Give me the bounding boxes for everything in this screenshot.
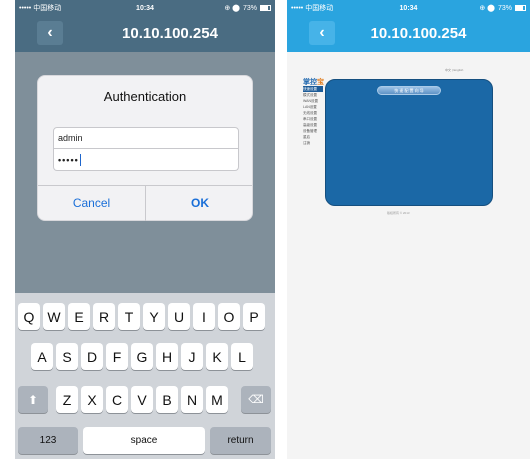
brand-text: 掌控 xyxy=(303,79,317,86)
status-bar: ••••• 中国移动 10:34 ⊕ ⬤ 73% xyxy=(15,0,275,16)
key-i[interactable]: I xyxy=(193,303,215,330)
content-panel: 快 速 配 置 向 导 xyxy=(325,79,493,206)
back-button[interactable]: ‹ xyxy=(309,21,335,45)
language-links[interactable]: 中文 | English xyxy=(445,68,463,72)
carrier-label: ••••• 中国移动 xyxy=(291,5,334,12)
key-k[interactable]: K xyxy=(206,343,228,370)
key-n[interactable]: N xyxy=(181,386,203,413)
key-z[interactable]: Z xyxy=(56,386,78,413)
shift-icon: ⬆ xyxy=(27,392,39,407)
phone-screen-authentication: ••••• 中国移动 10:34 ⊕ ⬤ 73% ‹ 10.10.100.254… xyxy=(15,0,275,459)
key-l[interactable]: L xyxy=(231,343,253,370)
status-time: 10:34 xyxy=(136,4,154,12)
key-c[interactable]: C xyxy=(106,386,128,413)
battery-percent: 73% xyxy=(497,4,512,12)
back-button[interactable]: ‹ xyxy=(37,21,63,45)
text-cursor xyxy=(79,153,81,166)
battery-icon xyxy=(514,5,526,11)
key-o[interactable]: O xyxy=(218,303,240,330)
backspace-icon: ⌫ xyxy=(248,394,264,406)
chevron-left-icon: ‹ xyxy=(319,24,325,41)
navigation-bar: ‹ 10.10.100.254 xyxy=(15,16,275,52)
key-m[interactable]: M xyxy=(206,386,228,413)
page-title: 10.10.100.254 xyxy=(370,25,467,42)
key-j[interactable]: J xyxy=(181,343,203,370)
key-t[interactable]: T xyxy=(118,303,140,330)
key-a[interactable]: A xyxy=(31,343,53,370)
numbers-key[interactable]: 123 xyxy=(18,427,78,454)
authentication-dialog: Authentication admin ••••• Cancel OK xyxy=(37,75,253,221)
navigation-bar: ‹ 10.10.100.254 xyxy=(287,16,530,52)
key-u[interactable]: U xyxy=(168,303,190,330)
return-key[interactable]: return xyxy=(210,427,271,454)
carrier-label: ••••• 中国移动 xyxy=(19,5,62,12)
key-h[interactable]: H xyxy=(156,343,178,370)
password-value: ••••• xyxy=(58,154,79,165)
menu-item-logout[interactable]: 注销 xyxy=(303,140,323,146)
battery-percent: 73% xyxy=(242,4,257,12)
key-g[interactable]: G xyxy=(131,343,153,370)
delete-key[interactable]: ⌫ xyxy=(241,386,271,413)
space-key[interactable]: space xyxy=(83,427,205,454)
dialog-title: Authentication xyxy=(103,89,187,104)
quick-setup-wizard-button[interactable]: 快 速 配 置 向 导 xyxy=(377,86,441,95)
status-indicators: ⊕ ⬤ 73% xyxy=(448,4,526,12)
username-field[interactable]: admin xyxy=(53,127,239,149)
cancel-button[interactable]: Cancel xyxy=(38,186,145,221)
side-menu: 快速设置 模式设置 WAN设置 LAN设置 无线设置 串口设置 高级设置 设备管… xyxy=(303,86,323,146)
key-e[interactable]: E xyxy=(68,303,90,330)
page-title: 10.10.100.254 xyxy=(122,25,218,42)
key-p[interactable]: P xyxy=(243,303,265,330)
shift-key[interactable]: ⬆ xyxy=(18,386,48,413)
footer-copyright: 版权所有 © 2013 xyxy=(387,211,410,215)
key-r[interactable]: R xyxy=(93,303,115,330)
key-q[interactable]: Q xyxy=(18,303,40,330)
key-v[interactable]: V xyxy=(131,386,153,413)
ok-button[interactable]: OK xyxy=(146,186,254,221)
phone-screen-router-page: ••••• 中国移动 10:34 ⊕ ⬤ 73% ‹ 10.10.100.254… xyxy=(287,0,530,459)
key-s[interactable]: S xyxy=(56,343,78,370)
status-icons: ⊕ ⬤ xyxy=(224,5,240,12)
key-w[interactable]: W xyxy=(43,303,65,330)
battery-icon xyxy=(260,5,271,11)
brand-accent-text: 宝 xyxy=(317,79,324,86)
status-bar: ••••• 中国移动 10:34 ⊕ ⬤ 73% xyxy=(287,0,530,16)
onscreen-keyboard: Q W E R T Y U I O P A S D F G H J K L ⬆ … xyxy=(15,293,275,459)
status-indicators: ⊕ ⬤ 73% xyxy=(187,4,271,12)
status-time: 10:34 xyxy=(399,4,418,12)
key-d[interactable]: D xyxy=(81,343,103,370)
key-b[interactable]: B xyxy=(156,386,178,413)
key-y[interactable]: Y xyxy=(143,303,165,330)
username-value: admin xyxy=(58,133,83,143)
key-x[interactable]: X xyxy=(81,386,103,413)
chevron-left-icon: ‹ xyxy=(47,24,53,41)
password-field[interactable]: ••••• xyxy=(53,149,239,171)
key-f[interactable]: F xyxy=(106,343,128,370)
status-icons: ⊕ ⬤ xyxy=(479,5,495,12)
